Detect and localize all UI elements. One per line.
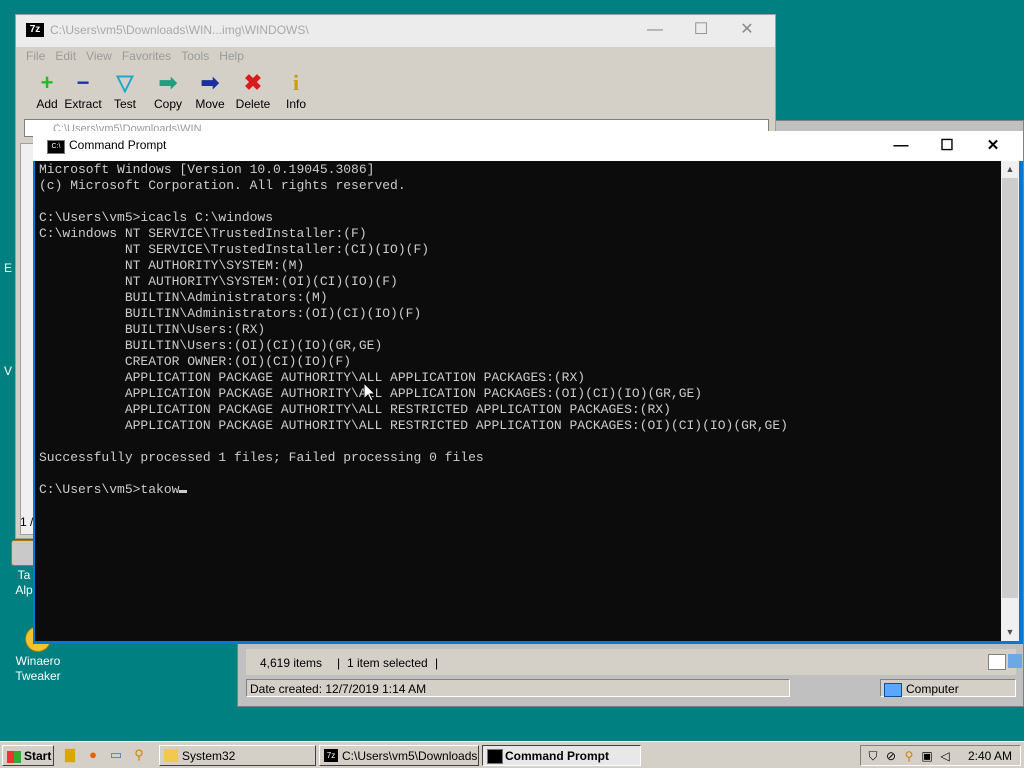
- system-tray: ⛉ ⊘ ⚲ ▣ ◁ 2:40 AM: [860, 745, 1021, 766]
- cmd-icon: C:\: [47, 140, 65, 154]
- folder-icon: [164, 749, 178, 762]
- console-line: (c) Microsoft Corporation. All rights re…: [39, 178, 406, 193]
- maximize-button[interactable]: ☐: [679, 15, 723, 45]
- taskbar: Start ▇ ● ▭ ⚲ System32 7z C:\Users\vm5\Do…: [0, 741, 1024, 768]
- task-command-prompt[interactable]: Command Prompt: [482, 745, 641, 766]
- 7zip-icon: 7z: [324, 749, 338, 762]
- scroll-down-arrow-icon[interactable]: ▼: [1001, 624, 1019, 641]
- menu-view[interactable]: View: [86, 47, 112, 65]
- minimize-button[interactable]: —: [633, 15, 677, 45]
- windows-logo-icon: [7, 750, 21, 763]
- text-cursor: [179, 490, 188, 493]
- status-separator: |: [435, 656, 439, 670]
- menu-file[interactable]: File: [26, 47, 45, 65]
- explorer-status-bar: 4,619 items | 1 item selected |: [246, 649, 1022, 675]
- cmd-title: Command Prompt: [69, 138, 167, 152]
- console-line: C:\windows NT SERVICE\TrustedInstaller:(…: [39, 226, 367, 241]
- task-label: System32: [182, 749, 236, 763]
- volume-muted-icon[interactable]: ◁: [937, 748, 953, 764]
- info-icon: i: [292, 70, 300, 95]
- clock[interactable]: 2:40 AM: [968, 748, 1012, 764]
- console-lines: Microsoft Windows [Version 10.0.19045.30…: [39, 162, 997, 482]
- start-button[interactable]: Start: [2, 745, 54, 766]
- info-button[interactable]: i Info: [271, 69, 321, 111]
- console-line: NT AUTHORITY\SYSTEM:(OI)(CI)(IO)(F): [39, 274, 398, 289]
- close-button[interactable]: ✕: [970, 131, 1016, 161]
- cmd-title-bar[interactable]: C:\ Command Prompt — ☐ ✕: [33, 131, 1023, 161]
- network-off-icon[interactable]: ⊘: [883, 748, 899, 764]
- console-line: BUILTIN\Administrators:(OI)(CI)(IO)(F): [39, 306, 422, 321]
- console-line: APPLICATION PACKAGE AUTHORITY\ALL RESTRI…: [39, 418, 788, 433]
- maximize-button[interactable]: ☐: [924, 131, 970, 161]
- start-label: Start: [24, 749, 52, 763]
- minimize-button[interactable]: —: [878, 131, 924, 161]
- display-icon[interactable]: ▣: [919, 748, 935, 764]
- location-field: Computer: [880, 679, 1016, 697]
- desktop-fragment-e: E: [4, 261, 13, 275]
- search-icon[interactable]: ⚲: [131, 747, 147, 763]
- task-7zip[interactable]: 7z C:\Users\vm5\Downloads...: [319, 745, 479, 766]
- console-output[interactable]: Microsoft Windows [Version 10.0.19045.30…: [35, 161, 1001, 641]
- cmd-icon: [487, 749, 503, 764]
- close-button[interactable]: ✕: [725, 15, 769, 45]
- console-line: NT SERVICE\TrustedInstaller:(CI)(IO)(F): [39, 242, 430, 257]
- explorer-details-bar: Date created: 12/7/2019 1:14 AM Computer: [246, 679, 1016, 701]
- mouse-pointer-icon: [364, 383, 376, 402]
- console-line: NT AUTHORITY\SYSTEM:(M): [39, 258, 305, 273]
- menu-help[interactable]: Help: [219, 47, 244, 65]
- menu-favorites[interactable]: Favorites: [122, 47, 171, 65]
- firefox-icon[interactable]: ●: [85, 747, 101, 763]
- console-line: APPLICATION PACKAGE AUTHORITY\ALL APPLIC…: [39, 370, 586, 385]
- 7zip-title: C:\Users\vm5\Downloads\WIN...img\WINDOWS…: [50, 23, 309, 37]
- console-line: APPLICATION PACKAGE AUTHORITY\ALL RESTRI…: [39, 402, 671, 417]
- console-line: APPLICATION PACKAGE AUTHORITY\ALL APPLIC…: [124, 386, 703, 401]
- location-label: Computer: [906, 682, 959, 696]
- console-line: BUILTIN\Users:(OI)(CI)(IO)(GR,GE): [39, 338, 383, 353]
- console-line: Microsoft Windows [Version 10.0.19045.30…: [39, 162, 375, 177]
- desktop-icon-label: Winaero Tweaker: [15, 654, 61, 683]
- 7zip-menu-bar: File Edit View Favorites Tools Help: [16, 47, 775, 65]
- shield-icon[interactable]: ⛉: [865, 748, 881, 764]
- menu-edit[interactable]: Edit: [55, 47, 76, 65]
- console-prompt: C:\Users\vm5>: [39, 482, 141, 497]
- 7zip-title-bar[interactable]: 7z C:\Users\vm5\Downloads\WIN...img\WIND…: [16, 15, 775, 47]
- task-label: Command Prompt: [505, 749, 610, 763]
- desktop-fragment-v: V: [4, 364, 13, 378]
- task-system32[interactable]: System32: [159, 745, 316, 766]
- status-separator: |: [337, 656, 341, 670]
- console-line: C:\Users\vm5>icacls C:\windows: [39, 210, 274, 225]
- console-line: BUILTIN\Users:(RX): [39, 322, 266, 337]
- items-count: 4,619 items: [260, 656, 323, 670]
- console-input[interactable]: takow: [140, 482, 179, 497]
- console-line: Successfully processed 1 files; Failed p…: [39, 450, 484, 465]
- 7zip-status-fragment: 1 /: [20, 515, 34, 529]
- computer-icon: [884, 682, 902, 697]
- search-tray-icon[interactable]: ⚲: [901, 748, 917, 764]
- info-label: Info: [285, 97, 306, 111]
- console-input-line[interactable]: C:\Users\vm5>takow: [39, 482, 997, 498]
- task-label: C:\Users\vm5\Downloads...: [342, 749, 479, 763]
- scroll-thumb[interactable]: [1002, 178, 1018, 598]
- selected-count: 1 item selected: [347, 656, 428, 670]
- console-line: CREATOR OWNER:(OI)(CI)(IO)(F): [39, 354, 352, 369]
- 7zip-app-icon: 7z: [26, 23, 44, 37]
- console-line: BUILTIN\Administrators:(M): [39, 290, 328, 305]
- large-icons-view-icon[interactable]: [1008, 654, 1022, 668]
- cmd-vertical-scrollbar[interactable]: ▲ ▼: [1001, 161, 1019, 641]
- explorer-folder-icon[interactable]: ▇: [62, 747, 78, 763]
- date-created-field: Date created: 12/7/2019 1:14 AM: [246, 679, 790, 697]
- details-view-icon[interactable]: [988, 654, 1006, 670]
- menu-tools[interactable]: Tools: [181, 47, 209, 65]
- keyboard-icon[interactable]: ▭: [108, 747, 124, 763]
- command-prompt-window[interactable]: C:\ Command Prompt — ☐ ✕ Microsoft Windo…: [33, 131, 1023, 644]
- scroll-up-arrow-icon[interactable]: ▲: [1001, 161, 1019, 178]
